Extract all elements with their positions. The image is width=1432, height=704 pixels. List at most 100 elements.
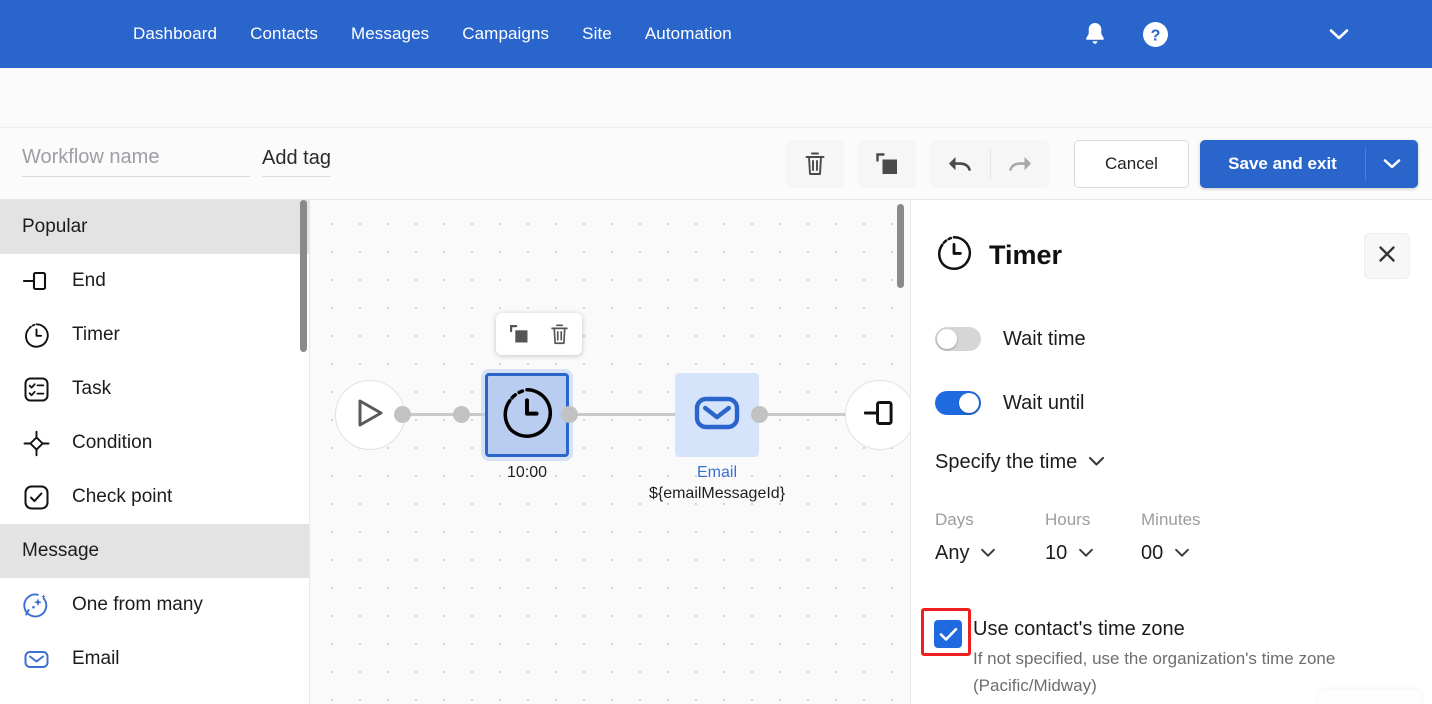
timezone-hint-line1: If not specified, use the organization's… [973, 649, 1336, 668]
top-navigation-bar: Dashboard Contacts Messages Campaigns Si… [0, 0, 1432, 68]
help-icon[interactable]: ? [1132, 11, 1178, 57]
copy-icon [875, 152, 897, 174]
sub-header-strip [0, 68, 1432, 128]
canvas-node-timer[interactable] [485, 373, 569, 457]
chevron-down-icon [1174, 545, 1190, 563]
nav-link-contacts[interactable]: Contacts [250, 24, 318, 44]
copy-icon [509, 324, 527, 342]
days-label: Days [935, 510, 974, 529]
canvas-node-email-sublabel: ${emailMessageId} [648, 485, 786, 502]
node-action-toolbar [496, 313, 582, 355]
condition-diamond-icon [22, 429, 50, 457]
days-select[interactable]: Any [935, 542, 996, 565]
cancel-button[interactable]: Cancel [1074, 140, 1189, 188]
timezone-checkbox-label: Use contact's time zone [973, 618, 1185, 640]
canvas-scrollbar-thumb[interactable] [897, 204, 904, 288]
hours-value: 10 [1045, 542, 1068, 564]
node-delete-button[interactable] [544, 319, 574, 349]
save-options-chevron-down-icon[interactable] [1366, 140, 1418, 188]
days-value: Any [935, 542, 970, 564]
panel-footer-button-partial[interactable] [1318, 690, 1422, 704]
canvas-node-email[interactable] [675, 373, 759, 457]
sidebar-item-task[interactable]: Task [0, 362, 309, 416]
timezone-checkbox-highlight [921, 608, 971, 656]
toggle-knob [937, 329, 957, 349]
specify-time-value: Specify the time [935, 451, 1078, 473]
minutes-label: Minutes [1141, 510, 1201, 529]
automation-workflow-editor: Dashboard Contacts Messages Campaigns Si… [0, 0, 1432, 704]
nav-right-actions: ? [1072, 0, 1432, 68]
nav-link-campaigns[interactable]: Campaigns [462, 24, 549, 44]
undo-button[interactable] [930, 140, 990, 188]
chevron-down-icon [1088, 454, 1105, 472]
delete-button[interactable] [786, 140, 844, 188]
nav-link-messages[interactable]: Messages [351, 24, 429, 44]
wait-until-label: Wait until [1003, 391, 1085, 414]
timer-icon [935, 234, 973, 277]
save-and-exit-button[interactable]: Save and exit [1200, 140, 1365, 188]
bell-icon[interactable] [1072, 11, 1118, 57]
end-node[interactable] [845, 380, 910, 450]
save-and-exit-group: Save and exit [1200, 140, 1418, 188]
end-node-icon [863, 397, 896, 434]
sparkle-chat-icon [22, 591, 50, 619]
port-start-out[interactable] [394, 406, 411, 423]
chevron-down-icon [1078, 545, 1094, 563]
sidebar-item-timer[interactable]: Timer [0, 308, 309, 362]
hours-select[interactable]: 10 [1045, 542, 1094, 565]
sidebar-scrollbar-thumb[interactable] [300, 200, 307, 352]
workflow-canvas[interactable]: 10:00 Email ${emailMessageId} [310, 200, 910, 704]
play-triangle-icon [356, 398, 384, 433]
sidebar-item-condition[interactable]: Condition [0, 416, 309, 470]
add-tag-button[interactable]: Add tag [262, 147, 331, 177]
days-field: Days Any [935, 510, 1045, 565]
nav-link-automation[interactable]: Automation [645, 24, 732, 44]
redo-button[interactable] [991, 140, 1051, 188]
wait-time-toggle[interactable] [935, 327, 981, 351]
sidebar-item-end[interactable]: End [0, 254, 309, 308]
sidebar-item-label: Timer [72, 324, 120, 345]
hours-label: Hours [1045, 510, 1091, 529]
account-chevron-down-icon[interactable] [1316, 11, 1362, 57]
node-duplicate-button[interactable] [504, 319, 534, 349]
hours-field: Hours 10 [1045, 510, 1141, 565]
panel-title: Timer [989, 240, 1063, 270]
redo-arrow-icon [1009, 157, 1032, 171]
timezone-hint-line2: (Pacific/Midway) [973, 676, 1097, 695]
palette-group-message: Message [0, 524, 309, 578]
close-x-icon [1377, 244, 1397, 269]
minutes-value: 00 [1141, 542, 1164, 564]
edge-timer-to-email [570, 413, 690, 416]
sidebar-item-label: Check point [72, 486, 173, 507]
wait-time-row: Wait time [911, 319, 1432, 359]
port-timer-out[interactable] [561, 406, 578, 423]
specify-time-select[interactable]: Specify the time [935, 451, 1105, 474]
nav-link-dashboard[interactable]: Dashboard [133, 24, 217, 44]
main-nav-links: Dashboard Contacts Messages Campaigns Si… [133, 24, 732, 44]
workflow-name-input[interactable] [22, 146, 250, 177]
wait-until-toggle[interactable] [935, 391, 981, 415]
envelope-icon [690, 386, 744, 445]
port-timer-in[interactable] [453, 406, 470, 423]
close-panel-button[interactable] [1364, 233, 1410, 279]
port-email-out[interactable] [751, 406, 768, 423]
sidebar-item-label: Email [72, 648, 120, 669]
sidebar-item-label: End [72, 270, 106, 291]
use-contact-timezone-checkbox[interactable] [934, 620, 962, 648]
check-mark-icon [939, 627, 957, 641]
task-checklist-icon [22, 375, 50, 403]
toggle-knob [959, 393, 979, 413]
duplicate-button[interactable] [858, 140, 916, 188]
time-fields-row: Days Any Hours 10 Minutes 00 [911, 510, 1432, 565]
timezone-checkbox-text: Use contact's time zone If not specified… [973, 618, 1373, 699]
nav-link-site[interactable]: Site [582, 24, 612, 44]
node-palette-sidebar[interactable]: Popular End Timer Task Condition Check p… [0, 200, 310, 704]
sidebar-item-check-point[interactable]: Check point [0, 470, 309, 524]
check-point-icon [22, 483, 50, 511]
minutes-select[interactable]: 00 [1141, 542, 1190, 565]
sidebar-item-one-from-many[interactable]: One from many [0, 578, 309, 632]
sidebar-item-label: Condition [72, 432, 153, 453]
sidebar-item-label: One from many [72, 594, 203, 615]
chevron-down-icon [980, 545, 996, 563]
sidebar-item-email[interactable]: Email [0, 632, 309, 686]
